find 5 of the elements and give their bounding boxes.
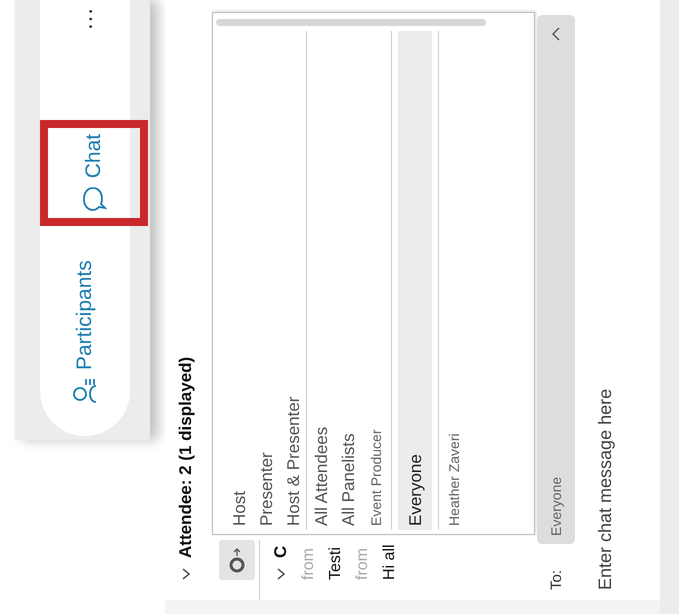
message-text: Hi all <box>380 544 399 580</box>
to-label: To: <box>548 570 564 590</box>
message-sender: from <box>353 548 372 580</box>
message-text: Testi <box>326 547 345 580</box>
message-sender: from <box>299 548 318 580</box>
